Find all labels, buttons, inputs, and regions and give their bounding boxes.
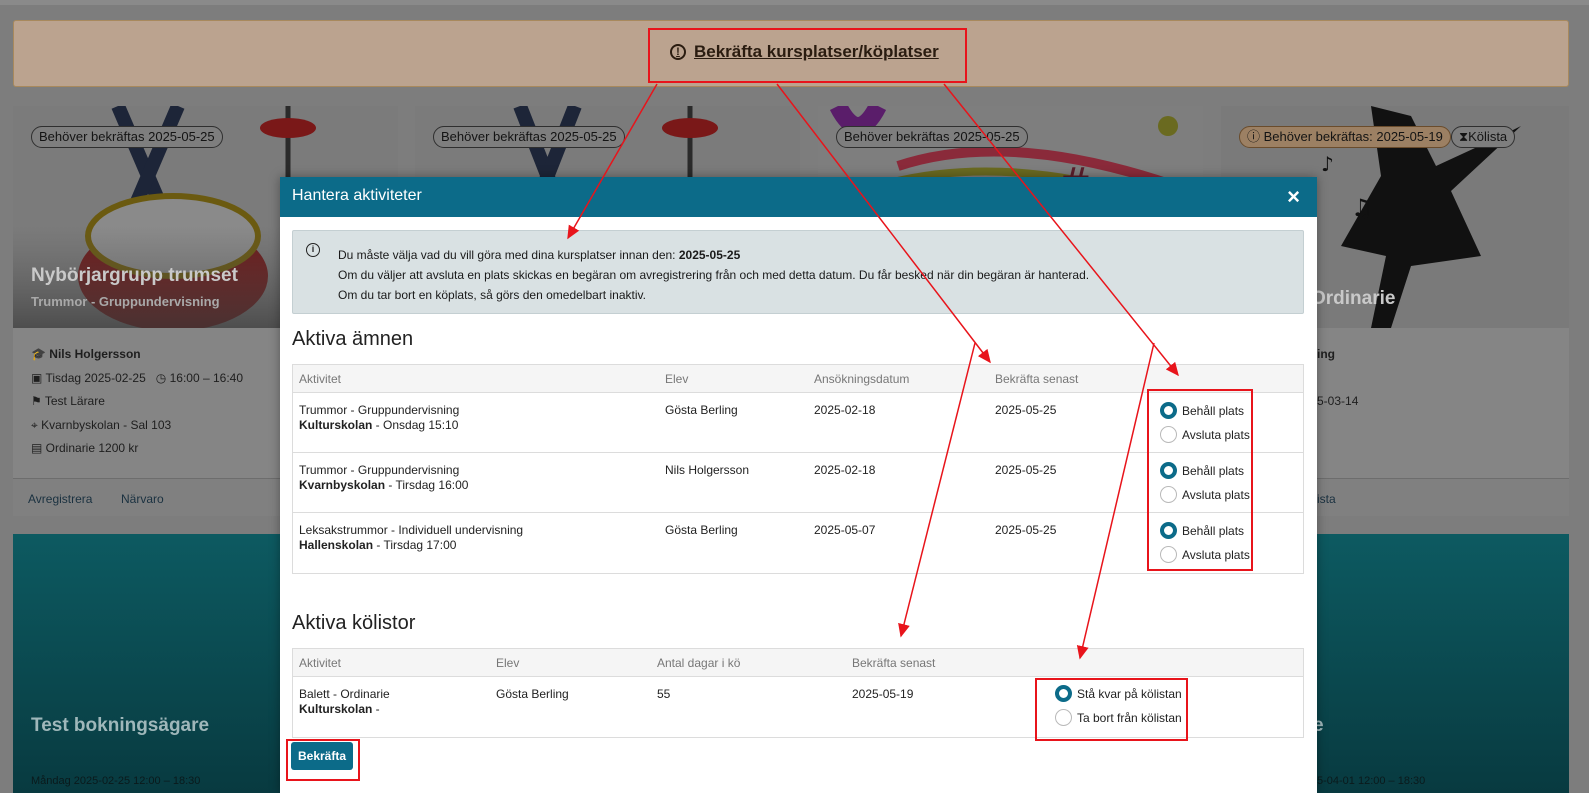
annotation-arrows xyxy=(567,83,1179,660)
annotation-arrow xyxy=(776,83,991,364)
annotation-arrow xyxy=(898,342,976,638)
annotation-arrow xyxy=(567,83,658,240)
annotation-arrow xyxy=(1076,342,1155,660)
annotation-arrow xyxy=(943,83,1179,377)
